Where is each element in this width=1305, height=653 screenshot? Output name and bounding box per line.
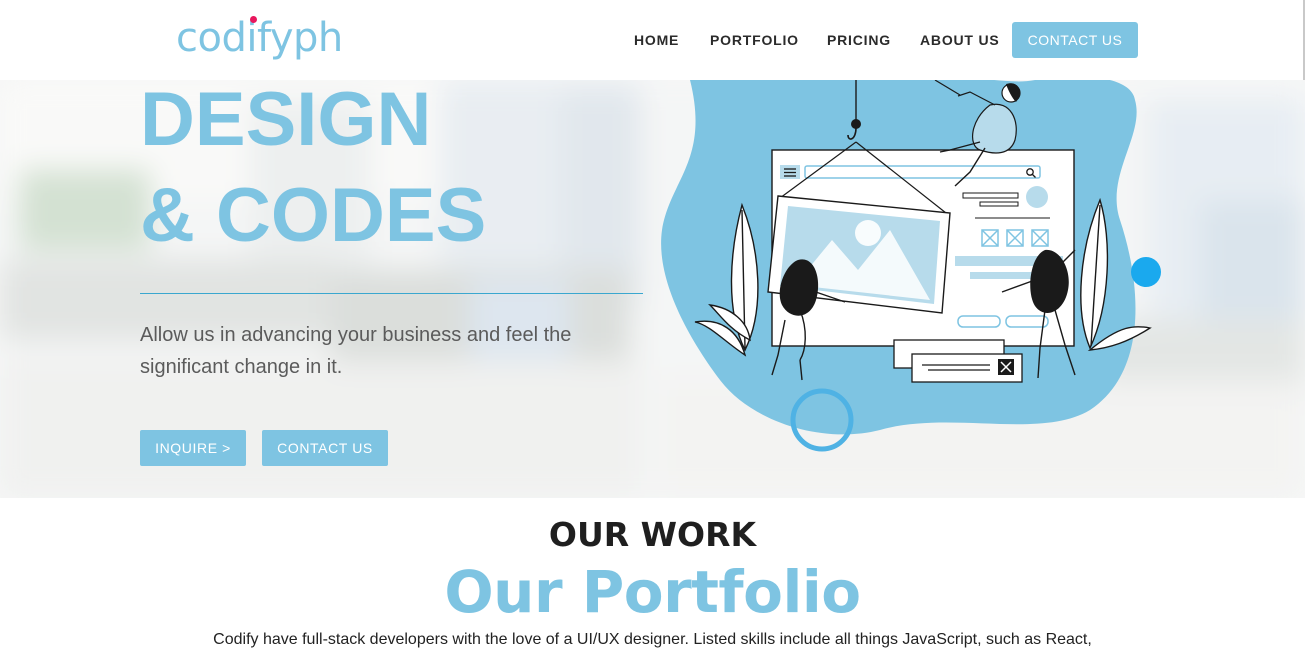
nav-link-portfolio[interactable]: PORTFOLIO: [710, 22, 799, 58]
nav-link-pricing[interactable]: PRICING: [827, 22, 891, 58]
nav-link-about-us[interactable]: ABOUT US: [920, 22, 1000, 58]
site-header: codifyph HOME PORTFOLIO PRICING ABOUT US…: [0, 0, 1305, 80]
nav-contact-button[interactable]: CONTACT US: [1012, 22, 1138, 58]
portfolio-description: Codify have full-stack developers with t…: [213, 631, 1092, 648]
hero-title-line-1: DESIGN: [140, 80, 432, 162]
close-x-icon-row: [981, 229, 1049, 247]
hero-illustration: [661, 80, 1161, 452]
inquire-button[interactable]: INQUIRE >: [140, 430, 246, 466]
hero-contact-button[interactable]: CONTACT US: [262, 430, 388, 466]
decor-dot: [1131, 257, 1161, 287]
portfolio-title: Our Portfolio: [444, 558, 861, 626]
hero-section: DESIGN & CODES Allow us in advancing you…: [0, 80, 1305, 498]
main-nav: HOME PORTFOLIO PRICING ABOUT US CONTACT …: [0, 22, 1305, 58]
hero-subtitle: Allow us in advancing your business and …: [140, 324, 572, 378]
hero-title-line-2: & CODES: [140, 173, 487, 258]
our-work-heading: OUR WORK: [548, 515, 757, 554]
nav-link-home[interactable]: HOME: [634, 22, 679, 58]
dialog-mockup: [893, 339, 1023, 383]
hero-divider: [140, 293, 643, 294]
